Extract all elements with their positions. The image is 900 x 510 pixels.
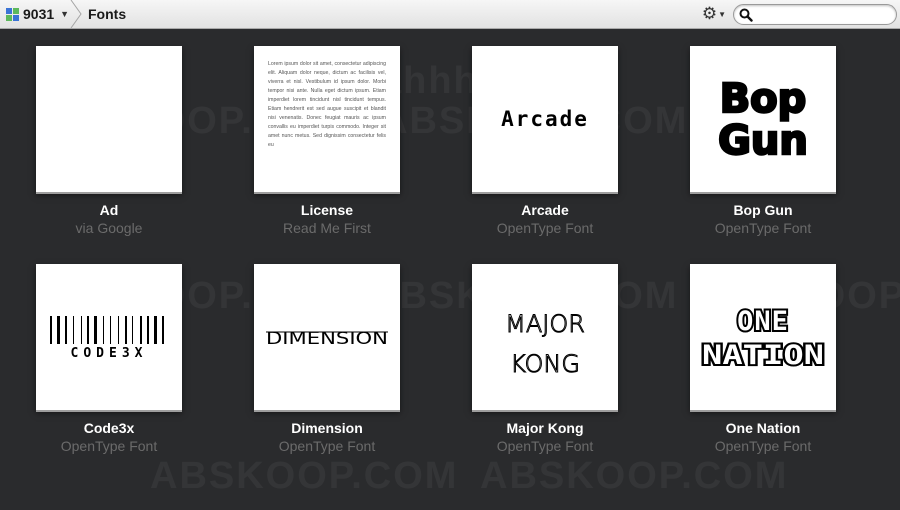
chevron-down-icon: ▼ [718,9,727,19]
file-thumbnail[interactable] [36,46,182,192]
barcode-bar [110,316,111,344]
breadcrumb-separator-icon [70,0,82,28]
file-thumbnail[interactable]: Lorem ipsum dolor sit amet, consectetur … [254,46,400,192]
file-tile-bop-gun[interactable]: Bop Gun Bop Gun OpenType Font [690,46,836,236]
barcode-bar [140,316,142,344]
search-input[interactable] [756,7,890,22]
file-name: Major Kong [506,420,584,436]
font-preview-text: MAJOR [505,310,585,338]
chevron-down-icon: ▼ [60,9,70,19]
file-name: Dimension [291,420,363,436]
file-tile-license[interactable]: Lorem ipsum dolor sit amet, consectetur … [254,46,400,236]
font-preview-text: NATION [702,340,824,371]
font-preview: Arcade [501,107,589,131]
file-thumbnail[interactable]: Arcade [472,46,618,192]
font-preview-text: KONG [510,350,580,378]
file-tile-code3x[interactable]: CODE3X Code3x OpenType Font [36,264,182,454]
font-preview: MAJOR KONG [505,310,586,379]
font-preview-text: Bop [720,76,807,122]
barcode-bar [81,316,82,344]
barcode-bar [118,316,119,344]
font-preview-text: ONE [737,306,789,337]
file-type: via Google [75,220,143,236]
file-type: Read Me First [283,220,371,236]
file-type: OpenType Font [714,220,812,236]
watermark-text: ABSKOOP.COM [150,455,459,497]
file-type: OpenType Font [496,220,594,236]
font-preview-text: Gun [718,118,808,164]
file-name: Code3x [83,420,135,436]
file-thumbnail[interactable]: DIMENSION [254,264,400,410]
font-preview: Bop Gun [717,75,809,166]
file-tile-major-kong[interactable]: MAJOR KONG Major Kong OpenType Font [472,264,618,454]
barcode-bar [73,316,74,344]
gear-icon: ⚙ [701,3,718,24]
settings-menu-button[interactable]: ⚙ ▼ [700,3,728,25]
file-name: License [300,202,354,218]
barcode-bar [147,316,149,344]
barcode-bar [132,316,133,344]
file-name: Arcade [521,202,569,218]
search-box[interactable] [733,4,897,25]
file-name: Ad [99,202,119,218]
file-tile-one-nation[interactable]: ONE NATION One Nation OpenType Font [690,264,836,454]
barcode-bar [103,316,104,344]
file-thumbnail[interactable]: CODE3X [36,264,182,410]
license-preview-text: Lorem ipsum dolor sit amet, consectetur … [268,61,386,148]
toolbar: 9031 ▼ Fonts ⚙ ▼ [0,0,900,29]
file-thumbnail[interactable]: ONE NATION [690,264,836,410]
file-type: OpenType Font [278,438,376,454]
font-preview-text: CODE3X [71,346,148,361]
watermark-text: ABSKOOP.COM [480,455,789,497]
file-tile-ad[interactable]: Ad via Google [36,46,182,236]
file-thumbnail[interactable]: MAJOR KONG [472,264,618,410]
font-preview-text: Arcade [501,107,589,131]
font-preview: DIMENSION [266,329,388,349]
file-type: OpenType Font [714,438,812,454]
file-type: OpenType Font [496,438,594,454]
barcode-bar [154,316,157,344]
search-icon [739,8,753,22]
file-type: OpenType Font [60,438,158,454]
file-tile-arcade[interactable]: Arcade Arcade OpenType Font [472,46,618,236]
repo-selector[interactable]: 9031 ▼ [0,0,78,28]
barcode-bar [162,316,164,344]
file-name: One Nation [725,420,801,436]
breadcrumb-current[interactable]: Fonts [88,6,126,22]
barcode-bar [94,316,97,344]
barcode-bar [125,316,127,344]
file-thumbnail[interactable]: Bop Gun [690,46,836,192]
barcode-bar [57,316,60,344]
file-name: Bop Gun [733,202,793,218]
repo-grid-icon [6,7,19,21]
font-preview: CODE3X [50,316,164,361]
barcode-bar [50,316,52,344]
file-tile-dimension[interactable]: DIMENSION Dimension OpenType Font [254,264,400,454]
barcode-graphic [50,316,164,344]
font-preview: ONE NATION [700,304,826,373]
barcode-bar [87,316,89,344]
barcode-bar [65,316,67,344]
repo-label: 9031 [23,6,55,22]
